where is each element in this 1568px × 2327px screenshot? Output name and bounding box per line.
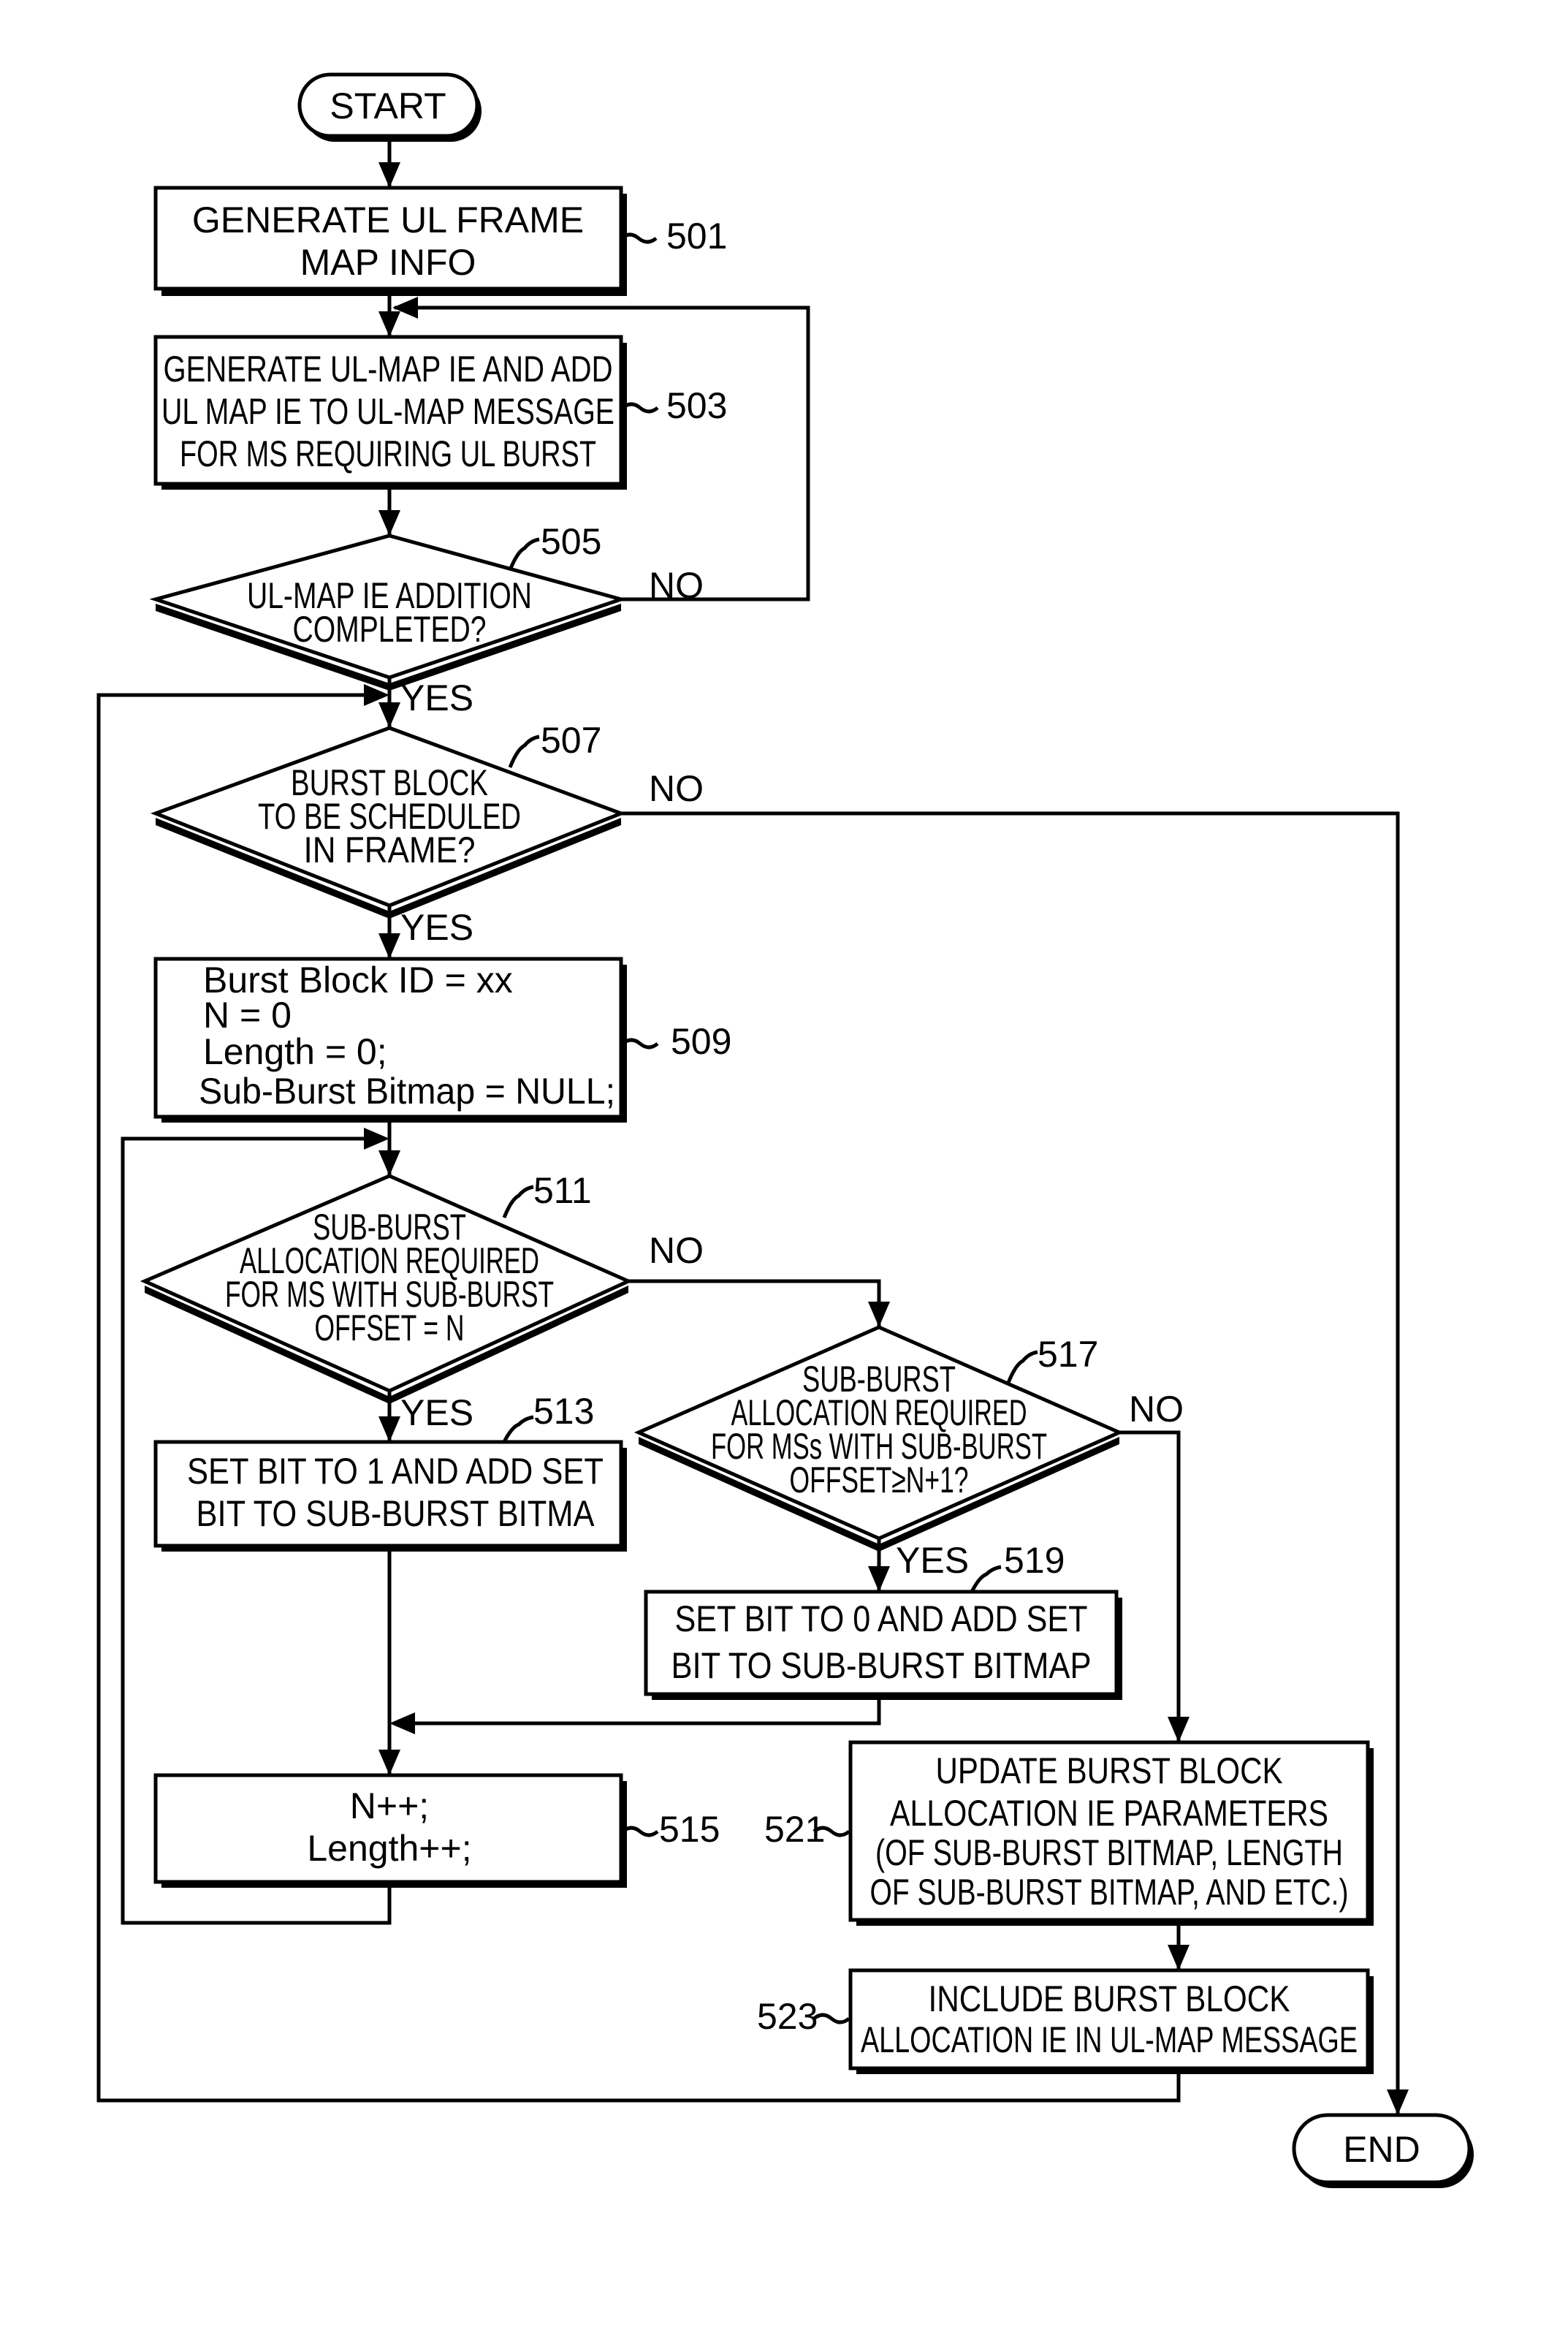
arrowhead-icon <box>868 1302 890 1327</box>
process-501-line-2: MAP INFO <box>300 242 476 283</box>
ref-leader <box>1006 1350 1038 1383</box>
process-503-line-3: FOR MS REQUIRING UL BURST <box>180 433 596 474</box>
process-521-line-3: (OF SUB-BURST BITMAP, LENGTH <box>875 1832 1343 1873</box>
ref-501: 501 <box>666 216 727 257</box>
arrowhead-icon <box>1168 1717 1190 1742</box>
arrowhead-icon <box>364 1128 389 1150</box>
process-523-line-2: ALLOCATION IE IN UL-MAP MESSAGE <box>861 2019 1358 2060</box>
decision-505-no-label: NO <box>649 565 704 606</box>
decision-511-line-4: OFFSET = N <box>315 1307 465 1348</box>
process-521-line-4: OF SUB-BURST BITMAP, AND ETC.) <box>870 1872 1349 1913</box>
ref-523: 523 <box>757 1996 818 2037</box>
start-label: START <box>330 86 446 126</box>
process-501: GENERATE UL FRAME MAP INFO 501 <box>153 186 727 296</box>
process-515: N++; Length++; 515 <box>153 1773 720 1888</box>
arrowhead-icon <box>1387 2089 1409 2115</box>
process-519: SET BIT TO 0 AND ADD SET BIT TO SUB-BURS… <box>644 1540 1122 1700</box>
process-515-line-2: Length++; <box>307 1828 471 1869</box>
ref-507: 507 <box>541 720 601 761</box>
ref-leader <box>621 1826 659 1837</box>
process-513-line-1: SET BIT TO 1 AND ADD SET <box>187 1451 604 1492</box>
ref-leader <box>621 1038 659 1049</box>
end-label: END <box>1343 2129 1420 2170</box>
ref-509: 509 <box>671 1021 731 1062</box>
decision-507: BURST BLOCK TO BE SCHEDULED IN FRAME? 50… <box>150 720 704 948</box>
decision-507-no-label: NO <box>649 768 704 809</box>
ref-leader <box>812 2013 850 2024</box>
ref-505: 505 <box>541 521 601 562</box>
edge-511-no-517 <box>628 1279 881 1327</box>
ref-515: 515 <box>659 1809 720 1850</box>
start-terminal: START <box>297 72 482 142</box>
process-513-line-2: BIT TO SUB-BURST BITMA <box>197 1493 595 1534</box>
decision-505-yes-label: YES <box>400 677 473 718</box>
arrowhead-icon <box>378 1416 400 1442</box>
decision-511: SUB-BURST ALLOCATION REQUIRED FOR MS WIT… <box>140 1170 704 1433</box>
decision-511-yes-label: YES <box>400 1392 473 1433</box>
process-519-line-2: BIT TO SUB-BURST BITMAP <box>671 1645 1092 1686</box>
process-509-line-2: N = 0 <box>203 995 292 1036</box>
process-521: UPDATE BURST BLOCK ALLOCATION IE PARAMET… <box>764 1740 1374 1926</box>
arrowhead-icon <box>1168 1945 1190 1970</box>
process-503-line-1: GENERATE UL-MAP IE AND ADD <box>164 349 613 390</box>
process-509-line-4: Sub-Burst Bitmap = NULL; <box>199 1071 615 1112</box>
decision-517-yes-label: YES <box>896 1540 969 1581</box>
ref-leader <box>502 1415 534 1443</box>
end-terminal: END <box>1292 2113 1474 2188</box>
process-509: Burst Block ID = xx N = 0 Length = 0; Su… <box>153 957 731 1123</box>
decision-507-yes-label: YES <box>400 907 473 948</box>
ref-513: 513 <box>533 1391 594 1432</box>
decision-511-no-label: NO <box>649 1230 704 1271</box>
ref-leader <box>508 537 540 571</box>
process-509-line-3: Length = 0; <box>203 1031 387 1072</box>
arrowhead-icon <box>868 1566 890 1592</box>
ref-511: 511 <box>533 1170 592 1211</box>
ref-leader <box>502 1185 534 1218</box>
process-503: GENERATE UL-MAP IE AND ADD UL MAP IE TO … <box>153 335 727 490</box>
arrowhead-icon <box>389 1712 415 1734</box>
arrowhead-icon <box>378 162 400 188</box>
process-521-line-1: UPDATE BURST BLOCK <box>936 1750 1283 1791</box>
decision-517-line-4: OFFSET≥N+1? <box>790 1459 969 1500</box>
decision-507-line-3: IN FRAME? <box>304 830 476 870</box>
process-501-line-1: GENERATE UL FRAME <box>192 200 584 240</box>
decision-505: UL-MAP IE ADDITION COMPLETED? 505 NO YES <box>149 521 704 718</box>
ref-503: 503 <box>666 385 727 426</box>
process-503-line-2: UL MAP IE TO UL-MAP MESSAGE <box>161 391 614 432</box>
arrowhead-icon <box>378 1150 400 1176</box>
decision-517: SUB-BURST ALLOCATION REQUIRED FOR MSs WI… <box>633 1325 1184 1581</box>
arrowhead-icon <box>378 702 400 728</box>
ref-517: 517 <box>1038 1334 1098 1375</box>
process-521-line-2: ALLOCATION IE PARAMETERS <box>890 1793 1328 1834</box>
ref-519: 519 <box>1004 1540 1065 1581</box>
arrowhead-icon <box>378 311 400 337</box>
decision-505-line-2: COMPLETED? <box>293 609 487 650</box>
ref-leader <box>970 1565 1002 1593</box>
decision-517-no-label: NO <box>1129 1389 1184 1430</box>
edge-517-no-521 <box>1119 1430 1181 1742</box>
process-519-line-1: SET BIT TO 0 AND ADD SET <box>675 1598 1088 1639</box>
arrowhead-icon <box>378 510 400 536</box>
arrowhead-icon <box>378 1750 400 1775</box>
process-523-line-1: INCLUDE BURST BLOCK <box>929 1978 1290 2019</box>
process-515-line-1: N++; <box>350 1785 429 1826</box>
ref-leader <box>508 734 540 768</box>
ref-521: 521 <box>764 1809 825 1850</box>
ref-leader <box>621 402 659 414</box>
arrowhead-icon <box>378 933 400 959</box>
process-523: INCLUDE BURST BLOCK ALLOCATION IE IN UL-… <box>757 1968 1374 2074</box>
flowchart: START GENERATE UL FRAME MAP INFO 501 GEN… <box>96 72 1474 2188</box>
